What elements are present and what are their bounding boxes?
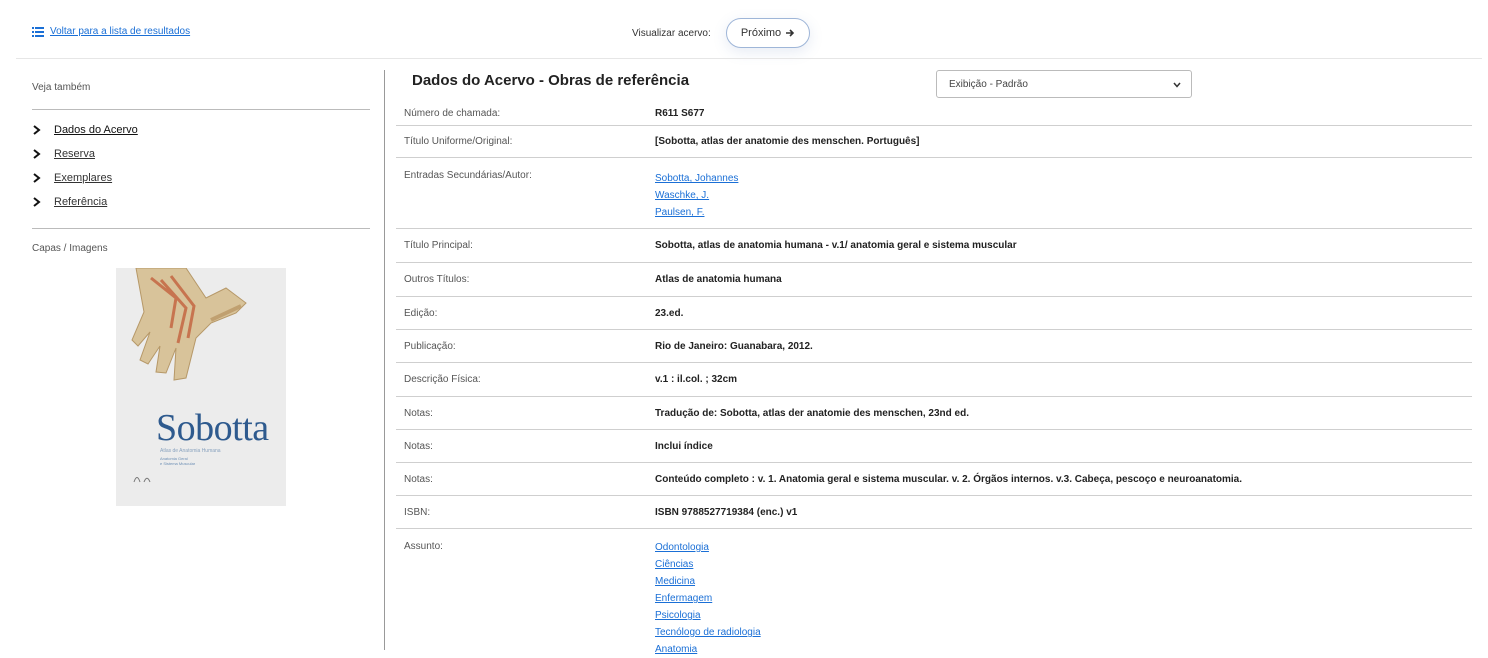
content-divider xyxy=(384,70,385,650)
field-row-other-titles: Outros Títulos: Atlas de anatomia humana xyxy=(396,263,1472,297)
subject-link[interactable]: Tecnólogo de radiologia xyxy=(655,624,1472,641)
subject-link[interactable]: Psicologia xyxy=(655,607,1472,624)
top-bar: Voltar para a lista de resultados Visual… xyxy=(0,0,1488,60)
cover-subtitle: Atlas de Anatomia Humana xyxy=(160,448,221,454)
field-row-main-title: Título Principal: Sobotta, atlas de anat… xyxy=(396,229,1472,263)
sidebar-item-referencia[interactable]: Referência xyxy=(32,190,370,214)
hand-anatomy-illustration xyxy=(116,268,286,398)
field-value: 23.ed. xyxy=(655,307,684,319)
field-row-notes: Notas: Tradução de: Sobotta, atlas der a… xyxy=(396,397,1472,430)
sidebar-link-exemplares[interactable]: Exemplares xyxy=(54,172,112,184)
field-label: Notas: xyxy=(404,440,433,452)
subject-link[interactable]: Medicina xyxy=(655,573,1472,590)
see-also-heading: Veja também xyxy=(32,82,91,93)
sidebar-item-dados-do-acervo[interactable]: Dados do Acervo xyxy=(32,118,370,142)
book-cover-image: Sobotta Atlas de Anatomia Humana Anatomi… xyxy=(116,268,286,506)
chevron-right-icon xyxy=(33,125,41,135)
field-value-links: Odontologia Ciências Medicina Enfermagem… xyxy=(655,539,1472,658)
field-label: Outros Títulos: xyxy=(404,274,470,285)
field-row-notes: Notas: Conteúdo completo : v. 1. Anatomi… xyxy=(396,463,1472,496)
subject-link[interactable]: Odontologia xyxy=(655,539,1472,556)
sidebar-item-exemplares[interactable]: Exemplares xyxy=(32,166,370,190)
next-button-label: Próximo xyxy=(740,27,782,39)
field-label: Notas: xyxy=(404,473,433,485)
chevron-down-icon xyxy=(1173,82,1181,88)
chevron-right-icon xyxy=(33,149,41,159)
field-row-secondary-authors: Entradas Secundárias/Autor: Sobotta, Joh… xyxy=(396,158,1472,229)
field-value: v.1 : il.col. ; 32cm xyxy=(655,374,738,385)
record-fields: Número de chamada: R611 S677 Título Unif… xyxy=(396,102,1472,658)
field-label: Número de chamada: xyxy=(404,108,501,119)
sidebar-divider xyxy=(32,109,370,110)
top-divider xyxy=(16,58,1482,59)
sidebar-nav: Dados do Acervo Reserva Exemplares Refer… xyxy=(32,118,370,214)
list-icon xyxy=(32,26,44,37)
field-label: Título Uniforme/Original: xyxy=(404,136,513,147)
subject-link[interactable]: Ciências xyxy=(655,556,1472,573)
field-label: Título Principal: xyxy=(404,240,473,251)
field-value: Inclui índice xyxy=(655,440,713,452)
field-value-links: Sobotta, Johannes Waschke, J. Paulsen, F… xyxy=(655,170,1472,228)
field-row-notes: Notas: Inclui índice xyxy=(396,430,1472,463)
sidebar-link-reserva[interactable]: Reserva xyxy=(54,148,95,160)
field-value: R611 S677 xyxy=(655,108,705,119)
sidebar-divider xyxy=(32,228,370,229)
field-label: Descrição Física: xyxy=(404,374,481,385)
field-row-physical-description: Descrição Física: v.1 : il.col. ; 32cm xyxy=(396,363,1472,397)
cover-volume-text: Anatomia Geral e Sistema Muscular xyxy=(160,456,196,466)
author-link[interactable]: Waschke, J. xyxy=(655,187,1472,204)
field-label: Notas: xyxy=(404,407,433,419)
sidebar-item-reserva[interactable]: Reserva xyxy=(32,142,370,166)
visualizar-label: Visualizar acervo: xyxy=(632,28,711,39)
subject-link[interactable]: Enfermagem xyxy=(655,590,1472,607)
next-button[interactable]: Próximo xyxy=(726,18,810,48)
author-link[interactable]: Paulsen, F. xyxy=(655,204,1472,221)
field-row-call-number: Número de chamada: R611 S677 xyxy=(396,102,1472,126)
field-value: Rio de Janeiro: Guanabara, 2012. xyxy=(655,340,813,352)
field-value: [Sobotta, atlas der anatomie des mensche… xyxy=(655,136,920,147)
field-label: Assunto: xyxy=(404,541,443,552)
back-to-results-link[interactable]: Voltar para a lista de resultados xyxy=(32,26,190,37)
publisher-logo-icon xyxy=(133,477,151,483)
chevron-right-icon xyxy=(33,173,41,183)
field-row-uniform-title: Título Uniforme/Original: [Sobotta, atla… xyxy=(396,126,1472,158)
field-value: ISBN 9788527719384 (enc.) v1 xyxy=(655,506,798,518)
sidebar-link-referencia[interactable]: Referência xyxy=(54,196,107,208)
display-mode-select[interactable]: Exibição - Padrão xyxy=(936,70,1192,98)
sidebar: Veja também Dados do Acervo Reserva Exem… xyxy=(32,70,370,506)
field-label: Publicação: xyxy=(404,340,456,352)
field-row-publication: Publicação: Rio de Janeiro: Guanabara, 2… xyxy=(396,330,1472,363)
field-row-subjects: Assunto: Odontologia Ciências Medicina E… xyxy=(396,529,1472,658)
field-value: Conteúdo completo : v. 1. Anatomia geral… xyxy=(655,473,1243,485)
page-title: Dados do Acervo - Obras de referência xyxy=(412,72,690,89)
field-value: Tradução de: Sobotta, atlas der anatomie… xyxy=(655,407,969,419)
field-label: Entradas Secundárias/Autor: xyxy=(404,170,532,181)
field-value: Atlas de anatomia humana xyxy=(655,274,782,285)
covers-heading: Capas / Imagens xyxy=(32,243,108,254)
cover-title: Sobotta xyxy=(156,407,269,449)
field-label: ISBN: xyxy=(404,506,431,518)
chevron-right-icon xyxy=(33,197,41,207)
field-row-isbn: ISBN: ISBN 9788527719384 (enc.) v1 xyxy=(396,496,1472,529)
arrow-right-icon xyxy=(786,29,795,37)
author-link[interactable]: Sobotta, Johannes xyxy=(655,170,1472,187)
display-mode-value: Exibição - Padrão xyxy=(949,78,1028,90)
back-link-label: Voltar para a lista de resultados xyxy=(50,26,191,37)
sidebar-link-dados-do-acervo[interactable]: Dados do Acervo xyxy=(54,124,138,136)
field-value: Sobotta, atlas de anatomia humana - v.1/… xyxy=(655,240,1017,251)
field-label: Edição: xyxy=(404,307,438,319)
field-row-edition: Edição: 23.ed. xyxy=(396,297,1472,330)
